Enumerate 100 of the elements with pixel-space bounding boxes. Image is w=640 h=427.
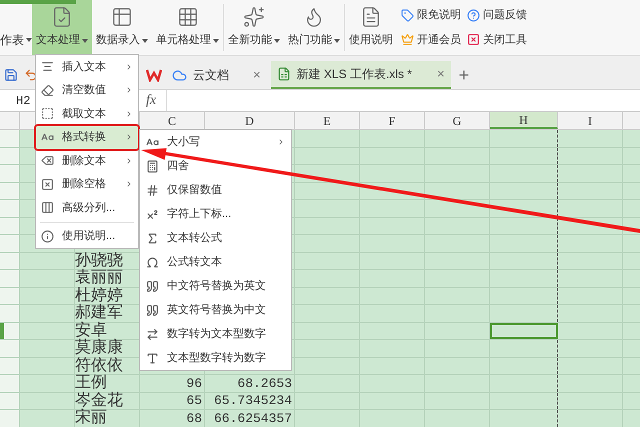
menu-item[interactable]: 高级分列... <box>36 196 138 220</box>
row-header[interactable] <box>0 410 20 426</box>
document-check-icon <box>51 6 73 28</box>
caret-icon <box>26 38 32 42</box>
info-icon <box>41 230 54 243</box>
table-cell: 96 <box>140 375 205 392</box>
menu-item[interactable]: 公式转文本 <box>140 250 291 274</box>
dashed-square-icon <box>41 107 54 120</box>
table-cell: 王例 <box>75 375 140 392</box>
row-header[interactable] <box>0 305 20 322</box>
menu-item[interactable]: 四舍 <box>140 154 291 178</box>
calculator-icon <box>146 160 159 172</box>
undo-icon[interactable] <box>24 68 38 82</box>
table-cell: 宋丽 <box>75 410 140 426</box>
ribbon-link[interactable]: 限免说明 <box>401 7 461 24</box>
quote-icon <box>146 280 159 292</box>
row-header[interactable] <box>0 130 20 146</box>
ribbon-button[interactable]: 使用说明 <box>345 0 397 55</box>
row-header[interactable] <box>0 358 20 374</box>
menu-item[interactable]: 字符上下标... <box>140 202 291 226</box>
spreadsheet-icon <box>276 67 291 81</box>
menu-item[interactable]: 仅保留数值 <box>140 178 291 202</box>
caret-icon <box>274 38 280 42</box>
caret-icon <box>334 38 340 42</box>
document-icon <box>360 6 382 28</box>
ribbon-button[interactable]: 文本处理 <box>32 0 92 55</box>
eraser-icon <box>41 84 54 97</box>
row-header[interactable] <box>0 252 20 269</box>
caret-icon <box>142 38 148 42</box>
menu-item[interactable]: 中文符号替换为英文 <box>140 274 291 298</box>
menu-item[interactable]: 大小写 <box>140 130 291 154</box>
tab-title: 新建 XLS 工作表.xls * <box>296 66 413 83</box>
close-icon <box>467 33 480 46</box>
delete-icon <box>41 154 54 168</box>
sparkle-icon <box>243 6 265 28</box>
row-header[interactable] <box>0 375 20 392</box>
menu-item[interactable]: 文本型数字转为数字 <box>140 346 291 370</box>
menu-item[interactable]: 删除空格 <box>36 172 138 196</box>
quote-icon <box>146 304 159 316</box>
row-header[interactable] <box>0 322 20 339</box>
save-icon[interactable] <box>4 68 18 82</box>
close-button[interactable]: × <box>253 65 261 85</box>
menu-item[interactable]: 截取文本 <box>36 102 138 126</box>
row-header[interactable] <box>0 182 20 199</box>
column-header[interactable]: H <box>490 112 558 129</box>
table-cell: 66.6254357 <box>205 410 295 426</box>
square-x-icon <box>41 178 54 191</box>
function-button[interactable]: fx <box>146 90 156 111</box>
help-icon <box>467 8 480 22</box>
table-icon <box>111 6 133 28</box>
ribbon-button[interactable]: 作表 <box>0 0 32 55</box>
close-button[interactable]: × <box>437 64 445 84</box>
row-header[interactable] <box>0 288 20 304</box>
crown-icon <box>401 33 414 46</box>
row-header[interactable] <box>0 165 20 182</box>
row-header[interactable] <box>0 392 20 409</box>
type-icon <box>146 352 159 364</box>
menu-item[interactable]: 清空数值 <box>36 78 138 102</box>
menu-item[interactable]: 格式转换 <box>36 126 138 149</box>
row-header[interactable] <box>0 218 20 234</box>
ribbon-button[interactable]: 单元格处理 <box>152 0 223 55</box>
row-header[interactable] <box>0 200 20 216</box>
document-tab[interactable]: 新建 XLS 工作表.xls * × <box>270 61 451 89</box>
omega-icon <box>146 256 159 268</box>
column-header[interactable]: E <box>295 112 360 129</box>
row-header[interactable] <box>0 340 20 356</box>
ribbon-link[interactable]: 开通会员 <box>401 32 461 48</box>
table-cell: 68 <box>140 410 205 426</box>
table-cell: 68.2653 <box>205 375 295 392</box>
ribbon-link[interactable]: 关闭工具 <box>467 32 527 48</box>
new-tab-button[interactable]: + <box>454 61 474 89</box>
menu-item[interactable]: 数字转为文本型数字 <box>140 322 291 346</box>
table-cell: 65.7345234 <box>205 392 295 409</box>
column-header[interactable]: I <box>558 112 623 129</box>
ribbon-button[interactable]: 热门功能 <box>284 0 344 55</box>
lines-icon <box>41 60 54 74</box>
ribbon-button[interactable]: 全新功能 <box>224 0 284 55</box>
selected-cell[interactable] <box>490 322 558 339</box>
menu-item[interactable]: 删除文本 <box>36 149 138 172</box>
caret-icon <box>213 38 219 42</box>
menu-item[interactable]: 文本转公式 <box>140 226 291 250</box>
row-header[interactable] <box>0 270 20 286</box>
row-header[interactable] <box>0 235 20 252</box>
caret-icon <box>82 38 88 42</box>
menu-item[interactable]: 使用说明... <box>36 224 138 248</box>
menu-item[interactable]: 插入文本 <box>36 55 138 78</box>
superscript-icon <box>146 208 159 220</box>
ribbon-button[interactable]: 数据录入 <box>92 0 152 55</box>
document-tab[interactable]: 云文档 × <box>166 61 267 89</box>
row-header[interactable] <box>0 148 20 164</box>
tab-title: 云文档 <box>193 67 229 84</box>
grid-icon <box>176 6 198 28</box>
ribbon-link[interactable]: 问题反馈 <box>467 7 527 24</box>
cloud-icon <box>172 68 187 82</box>
tag-icon <box>401 8 414 22</box>
sigma-icon <box>146 232 159 244</box>
menu-item[interactable]: 英文符号替换为中文 <box>140 298 291 322</box>
column-header[interactable]: F <box>360 112 425 129</box>
table-cell: 65 <box>140 392 205 409</box>
table-cell: 岑金花 <box>75 392 140 409</box>
